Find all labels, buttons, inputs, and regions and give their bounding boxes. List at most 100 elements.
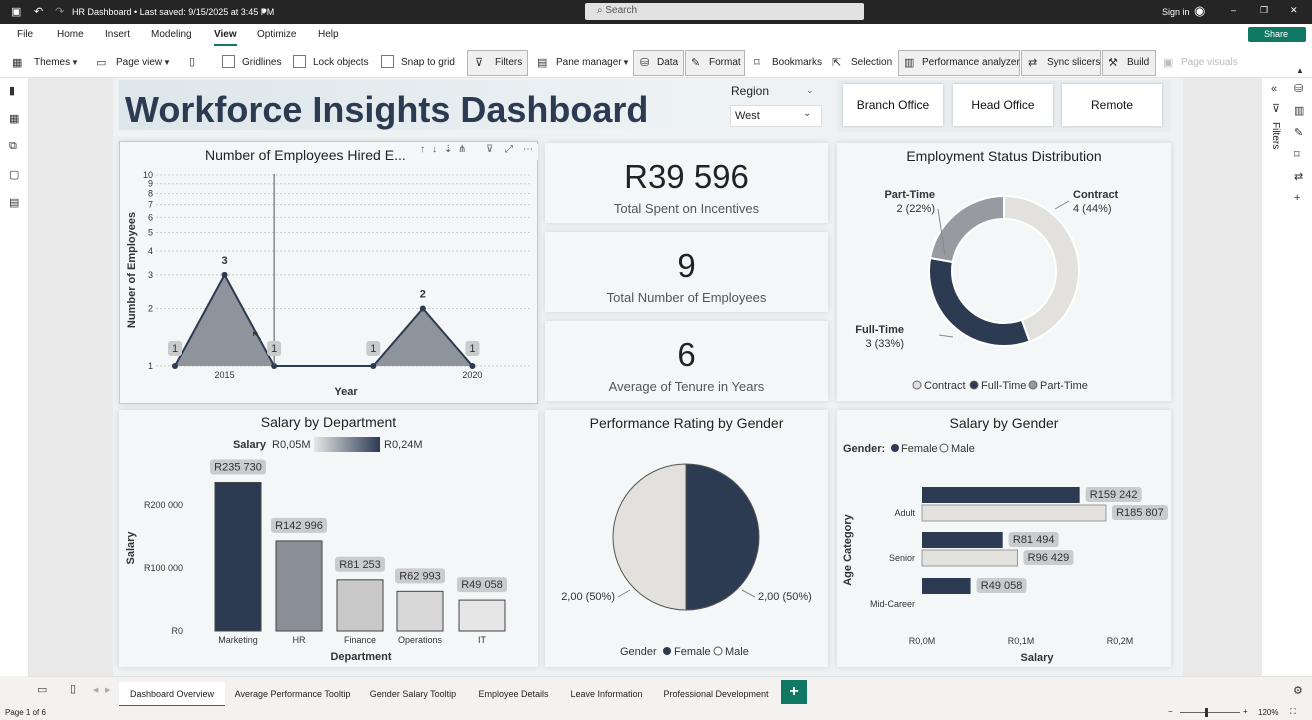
tmdl-view-icon[interactable]: ▤ [9, 196, 19, 209]
search-box[interactable]: ⌕ Search [585, 3, 864, 20]
build-visual-icon[interactable]: ▥ [1294, 104, 1304, 117]
region-dropdown[interactable]: West ⌄ [730, 105, 822, 127]
menu-insert[interactable]: Insert [105, 29, 130, 40]
avatar-icon[interactable]: ◉ [1194, 3, 1205, 19]
page-visuals-button[interactable]: Page visuals [1181, 57, 1238, 68]
desktop-layout-icon[interactable]: ▭ [37, 683, 47, 696]
tab-average-performance-tooltip[interactable]: Average Performance Tooltip [227, 682, 358, 707]
region-label: Region [731, 84, 770, 98]
x-tick-label: 2015 [215, 370, 235, 380]
table-view-icon[interactable]: ▦ [9, 112, 19, 125]
share-button[interactable]: Share [1248, 27, 1306, 42]
model-view-icon[interactable]: ⧉ [9, 140, 17, 153]
bar-operations [396, 590, 444, 632]
zoom-in-icon[interactable]: + [1243, 707, 1248, 716]
minimize-icon[interactable]: – [1231, 5, 1236, 15]
menu-file[interactable]: File [17, 29, 33, 40]
collapse-ribbon-icon[interactable]: ▲ [1296, 66, 1304, 75]
branch-office-button[interactable]: Branch Office [843, 84, 943, 126]
sync-label: Sync slicers [1047, 57, 1101, 68]
tab-gender-salary-tooltip[interactable]: Gender Salary Tooltip [360, 682, 466, 707]
sync-pane-icon[interactable]: ⇄ [1294, 170, 1303, 183]
legend-marker [969, 380, 979, 390]
leader-line [1054, 200, 1070, 210]
page-view-button[interactable]: Page view [116, 57, 162, 68]
zoom-thumb[interactable] [1205, 708, 1208, 717]
head-office-button[interactable]: Head Office [953, 84, 1053, 126]
data-point [370, 363, 377, 369]
salary-department-card[interactable]: Salary by Department R0 R100 000 R200 000 R… [119, 410, 538, 667]
zoom-level[interactable]: 120% [1258, 708, 1278, 717]
data-label: 1 [370, 343, 376, 355]
zoom-out-icon[interactable]: − [1168, 707, 1173, 716]
maximize-icon[interactable]: ❐ [1260, 5, 1268, 16]
chevron-down-icon[interactable]: ⌄ [806, 85, 814, 96]
data-label: 1 [172, 343, 178, 355]
collapse-pane-icon[interactable]: « [1271, 83, 1277, 95]
menu-optimize[interactable]: Optimize [257, 29, 296, 40]
dax-query-icon[interactable]: ▢ [9, 168, 19, 181]
salary-gender-card[interactable]: Salary by Gender R0,0M R0,1M R0,2M Adult R15… [837, 410, 1171, 667]
report-view-icon[interactable]: ▮ [9, 84, 15, 97]
themes-icon: ▦ [12, 57, 23, 69]
legend-label: Male [951, 443, 975, 455]
settings-icon[interactable]: ⚙ [1293, 684, 1303, 697]
filter-icon[interactable]: ⊽ [1272, 102, 1280, 115]
menu-home[interactable]: Home [57, 29, 84, 40]
tab-dashboard-overview[interactable]: Dashboard Overview [119, 682, 225, 707]
tab-leave-information[interactable]: Leave Information [561, 682, 652, 707]
add-pane-icon[interactable]: + [1294, 192, 1300, 204]
chevron-down-icon: ▼ [71, 58, 79, 67]
bookmarks-button[interactable]: Bookmarks [772, 57, 822, 68]
signin-link[interactable]: Sign in [1162, 7, 1190, 17]
menu-view[interactable]: View [214, 29, 237, 46]
slice-value-label: 2 (22%) [896, 203, 935, 215]
employment-donut-chart: Contract 4 (44%) Full-Time 3 (33%) Part-Time… [855, 189, 1118, 392]
mobile-layout-icon[interactable]: ▯ [70, 682, 76, 695]
fit-page-icon[interactable]: ⛶ [1290, 707, 1296, 717]
hires-chart-card[interactable]: Number of Employees Hired E... ↑ ↓ ⇣ ⋔ ⊽… [119, 141, 538, 404]
employment-status-card[interactable]: Employment Status Distribution Contract 4… [837, 143, 1171, 401]
tab-professional-development[interactable]: Professional Development [654, 682, 778, 707]
file-title[interactable]: HR Dashboard • Last saved: 9/15/2025 at … [72, 7, 274, 17]
performance-gender-card[interactable]: Performance Rating by Gender 2,00 (50%) 2… [545, 410, 828, 667]
close-icon[interactable]: ✕ [1290, 5, 1298, 16]
add-page-button[interactable]: + [781, 680, 807, 704]
bar-marketing [214, 481, 262, 632]
bookmarks-pane-icon[interactable]: ⌑ [1294, 148, 1300, 161]
themes-button[interactable]: Themes [34, 57, 70, 68]
tab-scroll-right-icon[interactable]: ▶ [105, 686, 110, 694]
selection-button[interactable]: Selection [851, 57, 892, 68]
gridlines-checkbox[interactable] [222, 55, 235, 68]
undo-icon[interactable]: ↶ [34, 5, 43, 18]
zoom-slider[interactable] [1180, 712, 1240, 713]
lock-objects-checkbox[interactable] [293, 55, 306, 68]
area-fill [175, 274, 275, 366]
tab-employee-details[interactable]: Employee Details [468, 682, 559, 707]
remote-button[interactable]: Remote [1062, 84, 1162, 126]
kpi-card-employees: 9 Total Number of Employees [545, 232, 828, 312]
y-tick-label: Adult [894, 508, 915, 518]
build-icon: ⚒ [1108, 57, 1118, 69]
kpi-value: 6 [677, 336, 696, 373]
pie-slice-female [685, 463, 760, 611]
redo-icon[interactable]: ↷ [55, 5, 64, 18]
menu-modeling[interactable]: Modeling [151, 29, 192, 40]
data-pane-icon[interactable]: ⛁ [1294, 82, 1303, 95]
y-tick-label: 4 [148, 246, 153, 256]
y-tick-label: Mid-Career [870, 599, 915, 609]
bookmark-icon: ⌑ [754, 57, 760, 69]
format-pane-icon[interactable]: ✎ [1294, 126, 1303, 139]
menu-bar: File Home Insert Modeling View Optimize … [0, 24, 1312, 46]
menu-help[interactable]: Help [318, 29, 339, 40]
kpi-card-tenure: 6 Average of Tenure in Years [545, 321, 828, 401]
tab-scroll-left-icon[interactable]: ◀ [93, 686, 98, 694]
snap-checkbox[interactable] [381, 55, 394, 68]
search-icon: ⌕ [597, 5, 603, 16]
chevron-down-icon[interactable]: ▼ [260, 7, 268, 16]
filters-pane-label[interactable]: Filters [1270, 122, 1281, 149]
pane-manager-button[interactable]: Pane manager [556, 57, 622, 68]
save-icon[interactable]: ▣ [11, 5, 21, 18]
mobile-layout-icon[interactable]: ▯ [189, 55, 195, 68]
y-tick-label: 9 [148, 179, 153, 189]
